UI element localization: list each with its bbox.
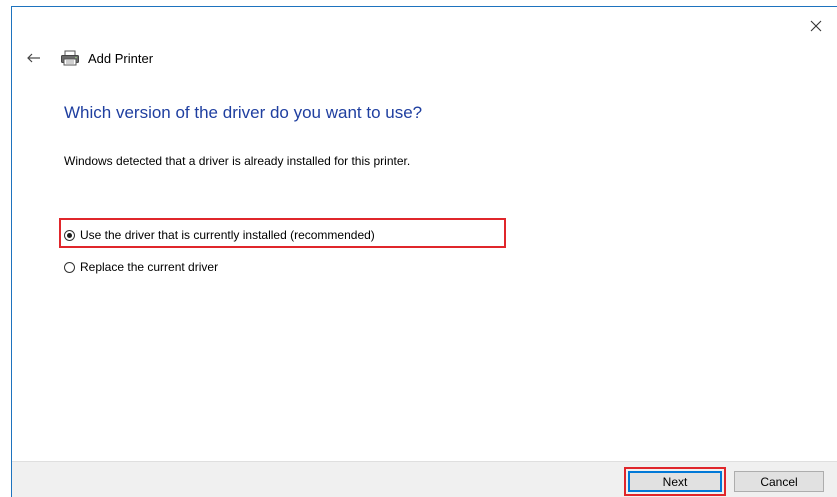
wizard-footer: Next Cancel bbox=[12, 461, 837, 497]
add-printer-window: Add Printer Which version of the driver … bbox=[11, 6, 837, 497]
page-heading: Which version of the driver do you want … bbox=[64, 103, 423, 122]
next-button[interactable]: Next bbox=[628, 471, 722, 492]
radio-replace-driver[interactable]: Replace the current driver bbox=[64, 258, 218, 276]
printer-icon bbox=[60, 49, 80, 67]
radio-label-replace-driver: Replace the current driver bbox=[80, 260, 219, 274]
wizard-title: Add Printer bbox=[88, 50, 154, 66]
back-button[interactable] bbox=[24, 48, 44, 68]
close-icon bbox=[810, 20, 822, 32]
close-button[interactable] bbox=[803, 13, 829, 39]
radio-use-current-driver[interactable]: Use the driver that is currently install… bbox=[64, 226, 375, 244]
cancel-button[interactable]: Cancel bbox=[734, 471, 824, 492]
wizard-header: Add Printer bbox=[24, 47, 153, 69]
radio-label-use-current-driver: Use the driver that is currently install… bbox=[80, 228, 375, 242]
description-text: Windows detected that a driver is alread… bbox=[64, 154, 411, 168]
back-arrow-icon bbox=[27, 53, 40, 63]
radio-button-unselected[interactable] bbox=[64, 261, 75, 273]
radio-button-selected[interactable] bbox=[64, 229, 75, 241]
